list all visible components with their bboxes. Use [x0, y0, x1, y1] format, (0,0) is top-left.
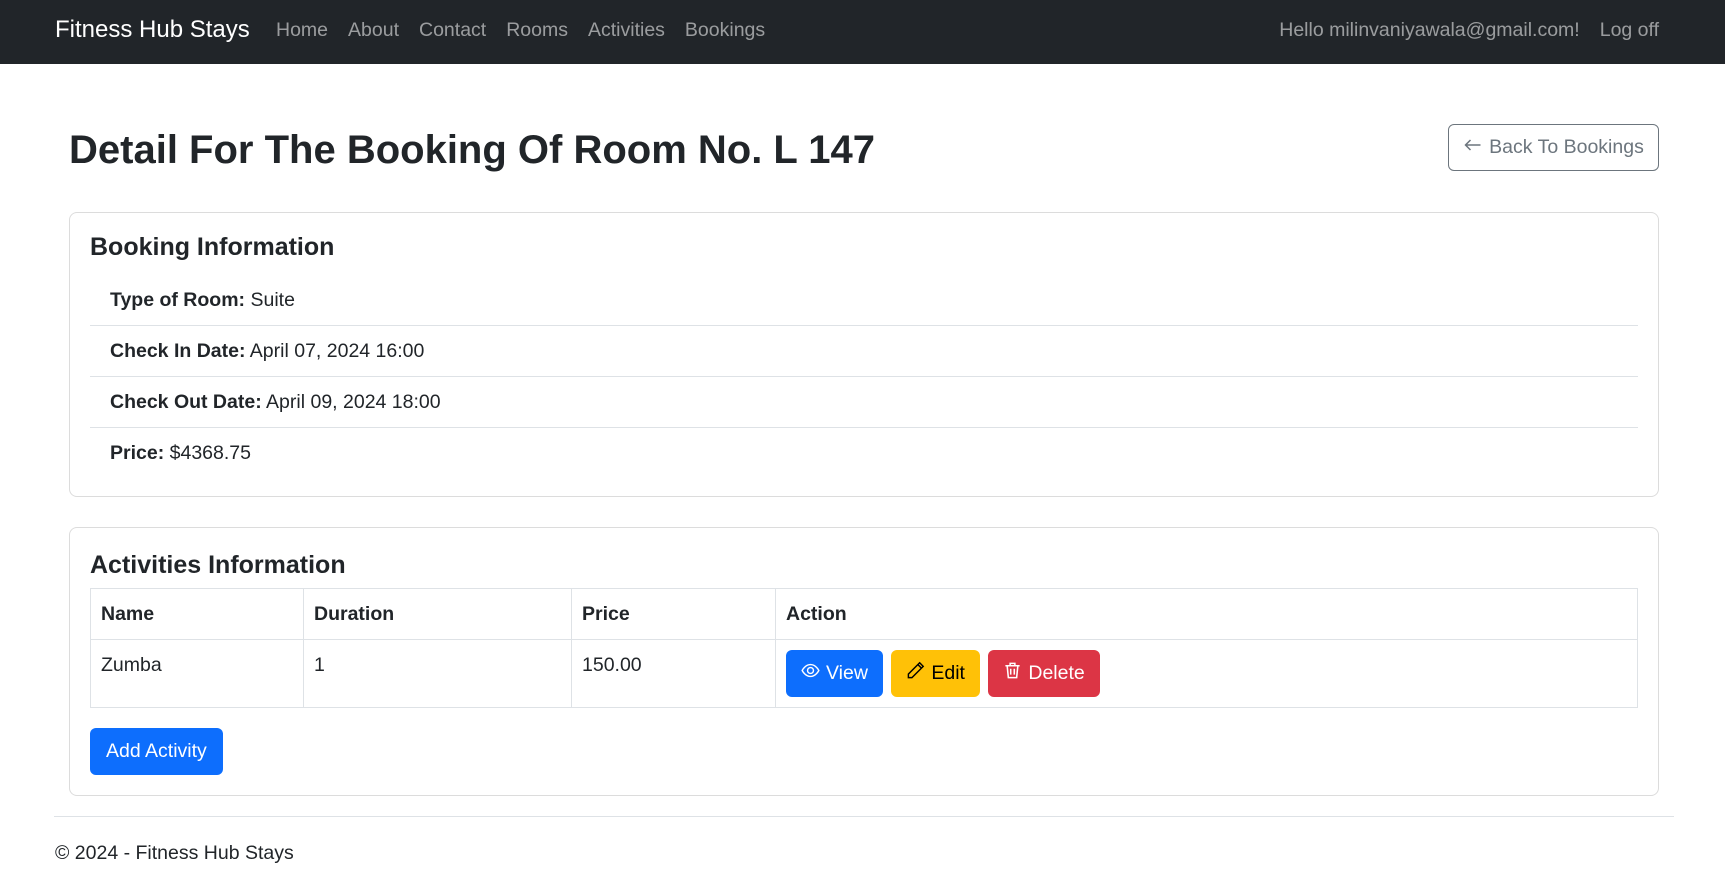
- nav-link-rooms[interactable]: Rooms: [496, 14, 578, 46]
- nav-user-area: Hello milinvaniyawala@gmail.com! Log off: [1269, 14, 1669, 46]
- delete-button-label: Delete: [1028, 662, 1085, 684]
- nav-link-bookings[interactable]: Bookings: [675, 14, 775, 46]
- page-title: Detail For The Booking Of Room No. L 147: [69, 128, 875, 172]
- price-label: Price:: [110, 442, 165, 464]
- navbar: Fitness Hub Stays Home About Contact Roo…: [0, 0, 1725, 64]
- pencil-icon: [906, 661, 925, 686]
- check-in-value: April 07, 2024 16:00: [249, 340, 425, 362]
- column-header-name: Name: [90, 588, 304, 640]
- room-type-item: Type of Room: Suite: [90, 275, 1638, 326]
- back-button-label: Back To Bookings: [1489, 136, 1644, 158]
- activities-info-card: Activities Information Name Duration Pri…: [69, 527, 1659, 796]
- activity-name-cell: Zumba: [90, 639, 304, 708]
- view-activity-button[interactable]: View: [786, 650, 883, 697]
- logoff-link[interactable]: Log off: [1590, 14, 1669, 46]
- check-out-label: Check Out Date:: [110, 391, 262, 413]
- trash-icon: [1003, 661, 1022, 686]
- footer-text: © 2024 - Fitness Hub Stays: [55, 842, 294, 864]
- add-activity-button[interactable]: Add Activity: [90, 728, 223, 775]
- room-type-label: Type of Room:: [110, 289, 246, 311]
- nav-links: Home About Contact Rooms Activities Book…: [266, 14, 775, 46]
- user-greeting-link[interactable]: Hello milinvaniyawala@gmail.com!: [1269, 14, 1589, 46]
- check-out-item: Check Out Date: April 09, 2024 18:00: [90, 377, 1638, 428]
- nav-link-home[interactable]: Home: [266, 14, 338, 46]
- check-in-item: Check In Date: April 07, 2024 16:00: [90, 326, 1638, 377]
- brand-link[interactable]: Fitness Hub Stays: [55, 14, 250, 46]
- room-type-value: Suite: [250, 289, 295, 311]
- edit-button-label: Edit: [931, 662, 965, 684]
- column-header-price: Price: [571, 588, 776, 640]
- column-header-action: Action: [775, 588, 1638, 640]
- view-button-label: View: [826, 662, 868, 684]
- activity-actions-cell: View Edit Delete: [775, 639, 1638, 708]
- delete-activity-button[interactable]: Delete: [988, 650, 1100, 697]
- booking-info-card: Booking Information Type of Room: Suite …: [69, 212, 1659, 497]
- activities-table: Name Duration Price Action Zumba 1 150.0…: [90, 588, 1638, 708]
- price-value: $4368.75: [169, 442, 251, 464]
- activities-info-heading: Activities Information: [90, 551, 346, 579]
- booking-info-list: Type of Room: Suite Check In Date: April…: [90, 275, 1638, 479]
- nav-link-activities[interactable]: Activities: [578, 14, 675, 46]
- edit-activity-button[interactable]: Edit: [891, 650, 980, 697]
- footer-divider: [54, 816, 1674, 817]
- activity-price-cell: 150.00: [571, 639, 776, 708]
- table-row: Zumba 1 150.00 View Edit Delete: [90, 639, 1638, 708]
- back-to-bookings-button[interactable]: Back To Bookings: [1448, 124, 1659, 171]
- price-item: Price: $4368.75: [90, 428, 1638, 479]
- check-out-value: April 09, 2024 18:00: [266, 391, 441, 413]
- eye-icon: [801, 661, 820, 686]
- nav-link-about[interactable]: About: [338, 14, 409, 46]
- check-in-label: Check In Date:: [110, 340, 246, 362]
- activity-duration-cell: 1: [303, 639, 572, 708]
- booking-info-heading: Booking Information: [90, 233, 335, 261]
- arrow-left-icon: [1463, 135, 1483, 161]
- table-header-row: Name Duration Price Action: [90, 588, 1638, 640]
- nav-link-contact[interactable]: Contact: [409, 14, 496, 46]
- column-header-duration: Duration: [303, 588, 572, 640]
